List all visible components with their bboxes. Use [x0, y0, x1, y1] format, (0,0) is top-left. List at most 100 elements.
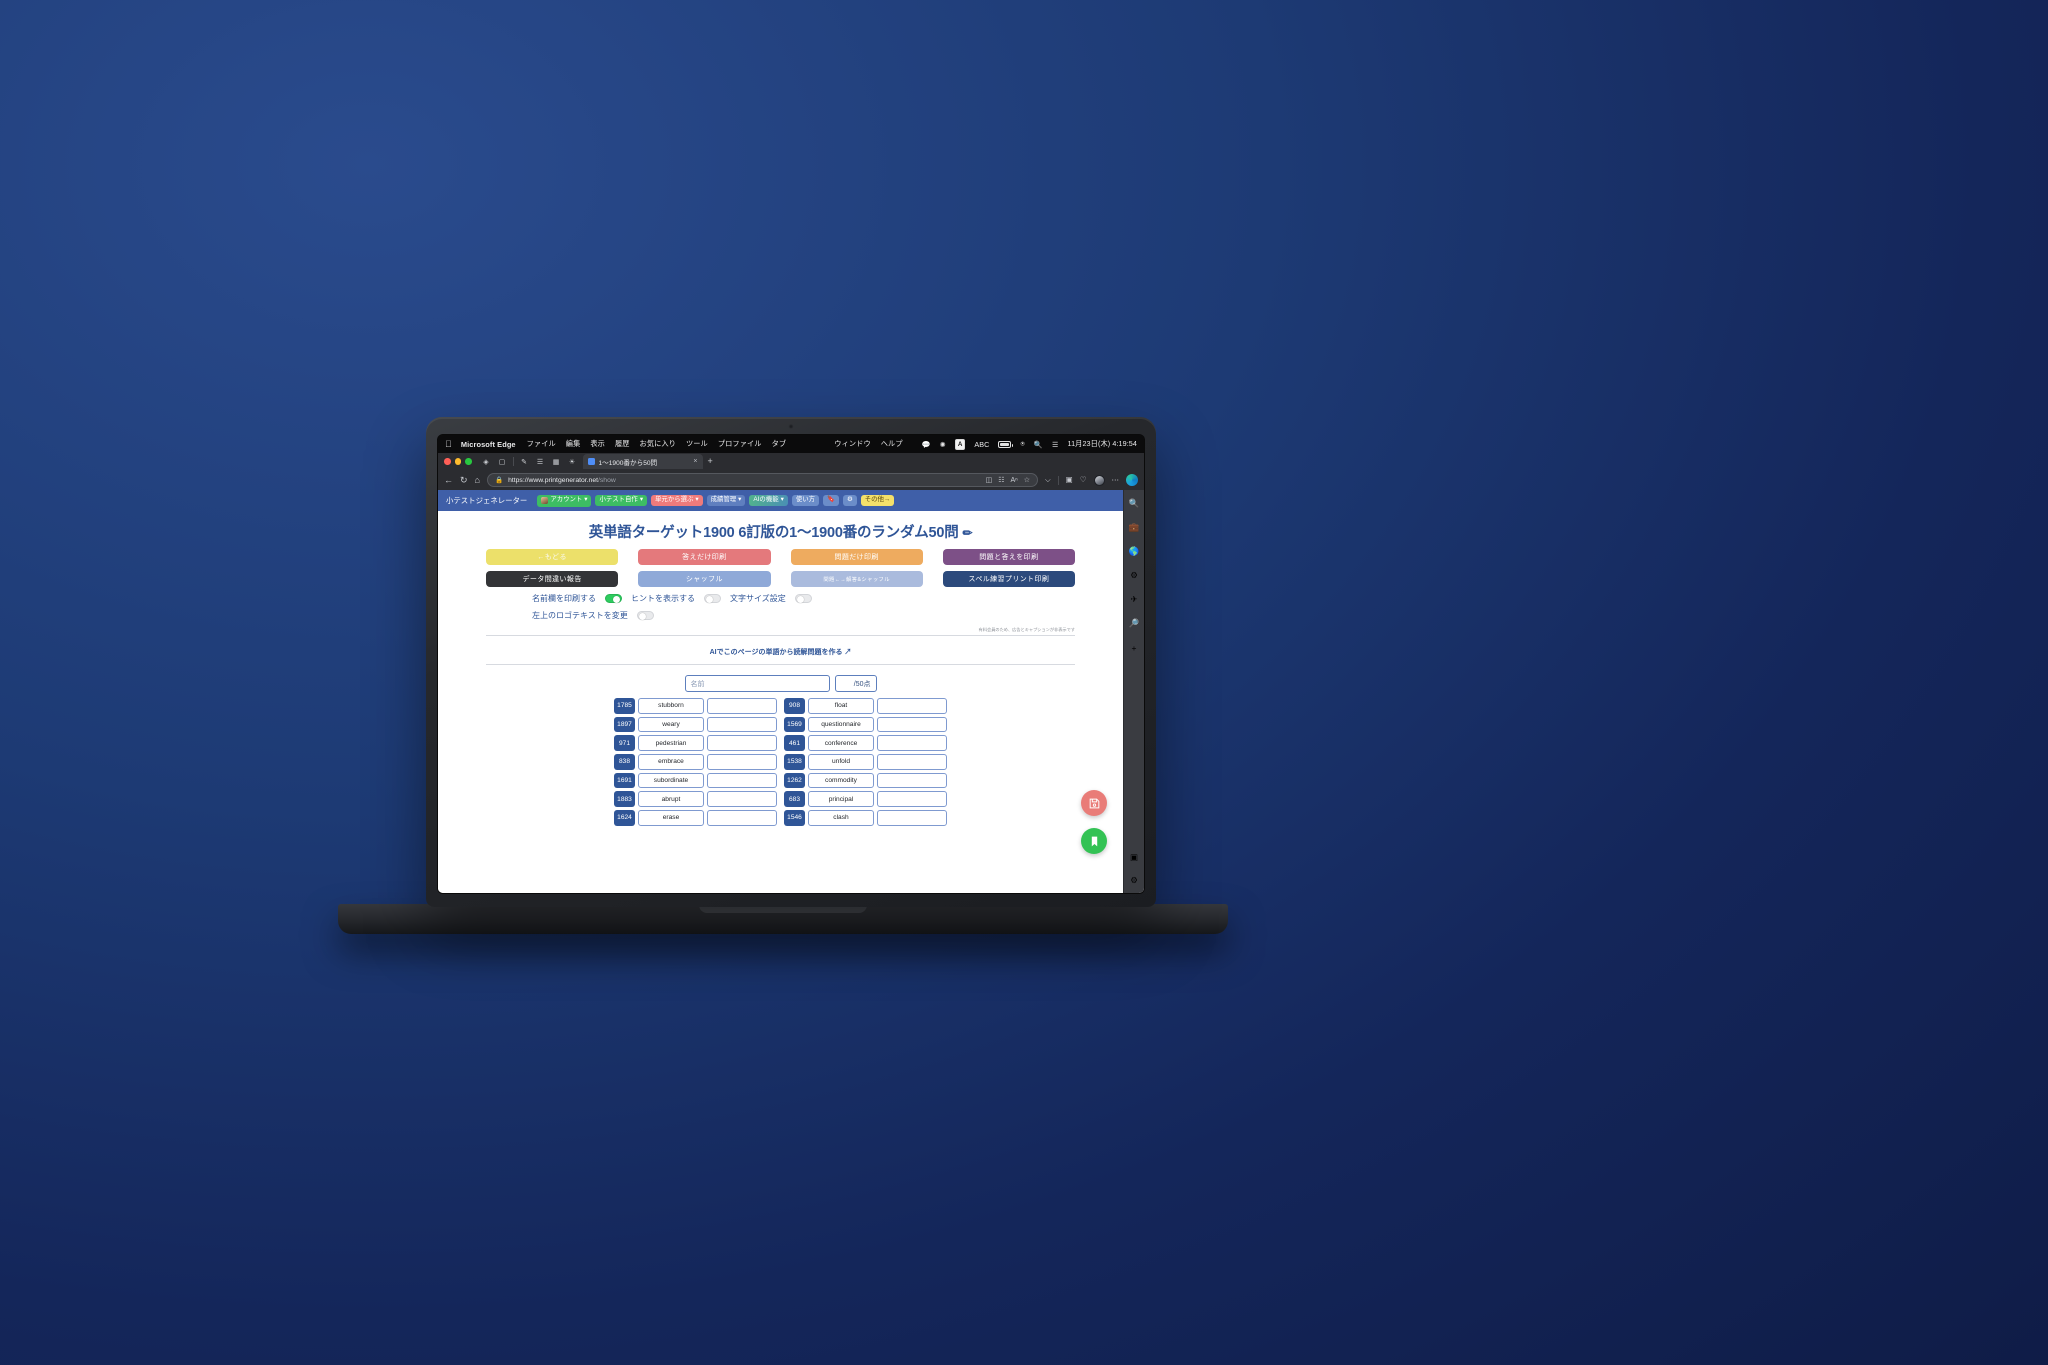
toggle-font-size-settings[interactable]: [794, 594, 812, 603]
wifi-icon[interactable]: ⍟: [1020, 439, 1024, 449]
chat-icon[interactable]: 💬: [922, 440, 931, 449]
swap-and-shuffle-button[interactable]: 問題←→解答&シャッフル: [790, 571, 923, 587]
spotlight-search-icon[interactable]: 🔍: [1034, 440, 1043, 449]
nav-item-bookmark-icon[interactable]: 🔖: [823, 494, 839, 507]
menu-window[interactable]: ウィンドウ: [834, 439, 870, 449]
close-tab-button[interactable]: ×: [693, 458, 697, 465]
save-fab-button[interactable]: [1081, 790, 1107, 816]
maximize-window-button[interactable]: [465, 458, 472, 465]
answer-input[interactable]: [877, 791, 947, 807]
input-source-badge[interactable]: A: [954, 438, 966, 450]
profile-avatar-icon[interactable]: [1093, 474, 1105, 486]
nav-item-select-unit[interactable]: 単元から選ぶ ▾: [651, 494, 703, 507]
home-icon[interactable]: ⌂: [475, 475, 480, 485]
menu-view[interactable]: 表示: [590, 439, 605, 449]
menu-tools[interactable]: ツール: [686, 439, 708, 449]
battery-icon[interactable]: [998, 440, 1014, 448]
print-answers-only-button[interactable]: 答えだけ印刷: [638, 549, 771, 565]
menu-tabs[interactable]: タブ: [772, 439, 787, 449]
sidebar-toggle-icon[interactable]: ▣: [1128, 851, 1141, 864]
more-options-icon[interactable]: ⋯: [1112, 476, 1120, 484]
search-icon[interactable]: 🔍: [1128, 497, 1141, 510]
answer-input[interactable]: [707, 735, 777, 751]
answer-input[interactable]: [707, 716, 777, 733]
reload-icon[interactable]: ↻: [460, 475, 468, 485]
nav-item-settings-icon[interactable]: ⚙: [842, 494, 857, 507]
address-bar-url: https://www.printgenerator.net/show: [508, 477, 616, 484]
menu-file[interactable]: ファイル: [527, 439, 556, 449]
pinned-tab-4-icon[interactable]: ☀: [567, 456, 578, 467]
read-aloud-icon[interactable]: Aⁿ: [1010, 477, 1017, 484]
nav-item-how-to-use[interactable]: 使い方: [791, 494, 819, 507]
print-spelling-practice-button[interactable]: スペル練習プリント印刷: [942, 571, 1075, 587]
history-icon[interactable]: ⌵: [1045, 476, 1051, 484]
back-button[interactable]: ←もどる: [486, 549, 619, 565]
new-tab-button[interactable]: +: [708, 457, 713, 466]
nav-item-ai-features[interactable]: AIの機能 ▾: [749, 494, 788, 507]
menu-profile[interactable]: プロファイル: [718, 439, 762, 449]
tools-icon[interactable]: 💼: [1128, 521, 1141, 534]
name-input[interactable]: 名前: [684, 675, 830, 692]
pencil-icon[interactable]: ✏: [962, 526, 972, 540]
menu-edit[interactable]: 編集: [566, 439, 581, 449]
browser-essentials-icon[interactable]: 🌎: [1128, 545, 1141, 558]
menu-help[interactable]: ヘルプ: [881, 439, 903, 449]
word-text: erase: [638, 810, 704, 826]
qr-code-icon[interactable]: ☷: [998, 476, 1004, 484]
toggle-show-hints[interactable]: [704, 594, 721, 603]
send-icon[interactable]: ✈: [1128, 593, 1141, 606]
answer-input[interactable]: [707, 698, 777, 714]
discover-icon[interactable]: 🔎: [1128, 617, 1141, 630]
answer-input[interactable]: [707, 810, 777, 826]
print-questions-only-button[interactable]: 問題だけ印刷: [790, 549, 923, 565]
nav-item-create-quiz[interactable]: 小テスト自作 ▾: [595, 494, 648, 507]
collections-icon[interactable]: ♡: [1080, 476, 1087, 484]
answer-input[interactable]: [877, 716, 947, 733]
toggle-change-logo-text[interactable]: [636, 611, 654, 620]
apple-icon[interactable]: : [445, 439, 452, 449]
bluetooth-icon[interactable]: ✺: [940, 440, 946, 449]
menu-history[interactable]: 履歴: [615, 439, 630, 449]
pinned-tab-1-icon[interactable]: ✎: [519, 456, 530, 467]
page-title: 英単語ターゲット1900 6訂版の1〜1900番のランダム50問 ✏: [486, 521, 1075, 542]
print-questions-and-answers-button[interactable]: 問題と答えを印刷: [942, 549, 1075, 565]
pinned-tab-2-icon[interactable]: ☰: [535, 456, 546, 467]
address-bar[interactable]: 🔒 https://www.printgenerator.net/show ◫ …: [486, 473, 1038, 487]
copilot-icon[interactable]: [1126, 474, 1138, 486]
split-screen-icon[interactable]: ◫: [986, 476, 993, 484]
answer-input[interactable]: [877, 772, 947, 789]
answer-input[interactable]: [707, 791, 777, 807]
nav-item-grades[interactable]: 成績管理 ▾: [706, 494, 746, 507]
control-center-icon[interactable]: ☰: [1052, 440, 1059, 449]
workspaces-icon[interactable]: ◈: [481, 456, 492, 467]
ai-reading-question-link[interactable]: AIでこのページの単語から読解問題を作る ↗: [710, 649, 852, 656]
window-controls[interactable]: [444, 458, 472, 465]
answer-input[interactable]: [877, 810, 947, 826]
menu-favorites[interactable]: お気に入り: [640, 439, 676, 449]
answer-input[interactable]: [707, 754, 777, 770]
close-window-button[interactable]: [444, 458, 451, 465]
answer-input[interactable]: [877, 698, 947, 714]
nav-item-account[interactable]: アカウント ▾: [537, 494, 592, 507]
minimize-window-button[interactable]: [454, 458, 461, 465]
word-number: 1897: [614, 716, 635, 733]
shuffle-button[interactable]: シャッフル: [638, 571, 771, 587]
answer-input[interactable]: [877, 754, 947, 770]
answer-input[interactable]: [877, 735, 947, 751]
split-screen-toolbar-icon[interactable]: ▣: [1066, 476, 1073, 484]
report-data-error-button[interactable]: データ間違い報告: [486, 571, 619, 587]
toggle-print-name-field[interactable]: [605, 594, 622, 603]
site-brand[interactable]: 小テストジェネレーター: [446, 495, 527, 506]
settings-app-icon[interactable]: ⚙: [1128, 569, 1141, 582]
pinned-tab-3-icon[interactable]: ▦: [551, 456, 562, 467]
score-field[interactable]: /50点: [834, 675, 877, 692]
favorite-star-icon[interactable]: ☆: [1024, 476, 1030, 484]
sidebar-settings-icon[interactable]: ⚙: [1128, 874, 1141, 887]
bookmark-fab-button[interactable]: [1081, 828, 1107, 854]
nav-item-others[interactable]: その他→: [860, 494, 895, 507]
add-sidebar-app-icon[interactable]: +: [1128, 641, 1141, 654]
back-arrow-icon[interactable]: ←: [444, 475, 453, 485]
tab-actions-icon[interactable]: ▢: [497, 456, 508, 467]
active-tab[interactable]: 1〜1900番から50問 ×: [582, 454, 703, 469]
answer-input[interactable]: [707, 772, 777, 789]
